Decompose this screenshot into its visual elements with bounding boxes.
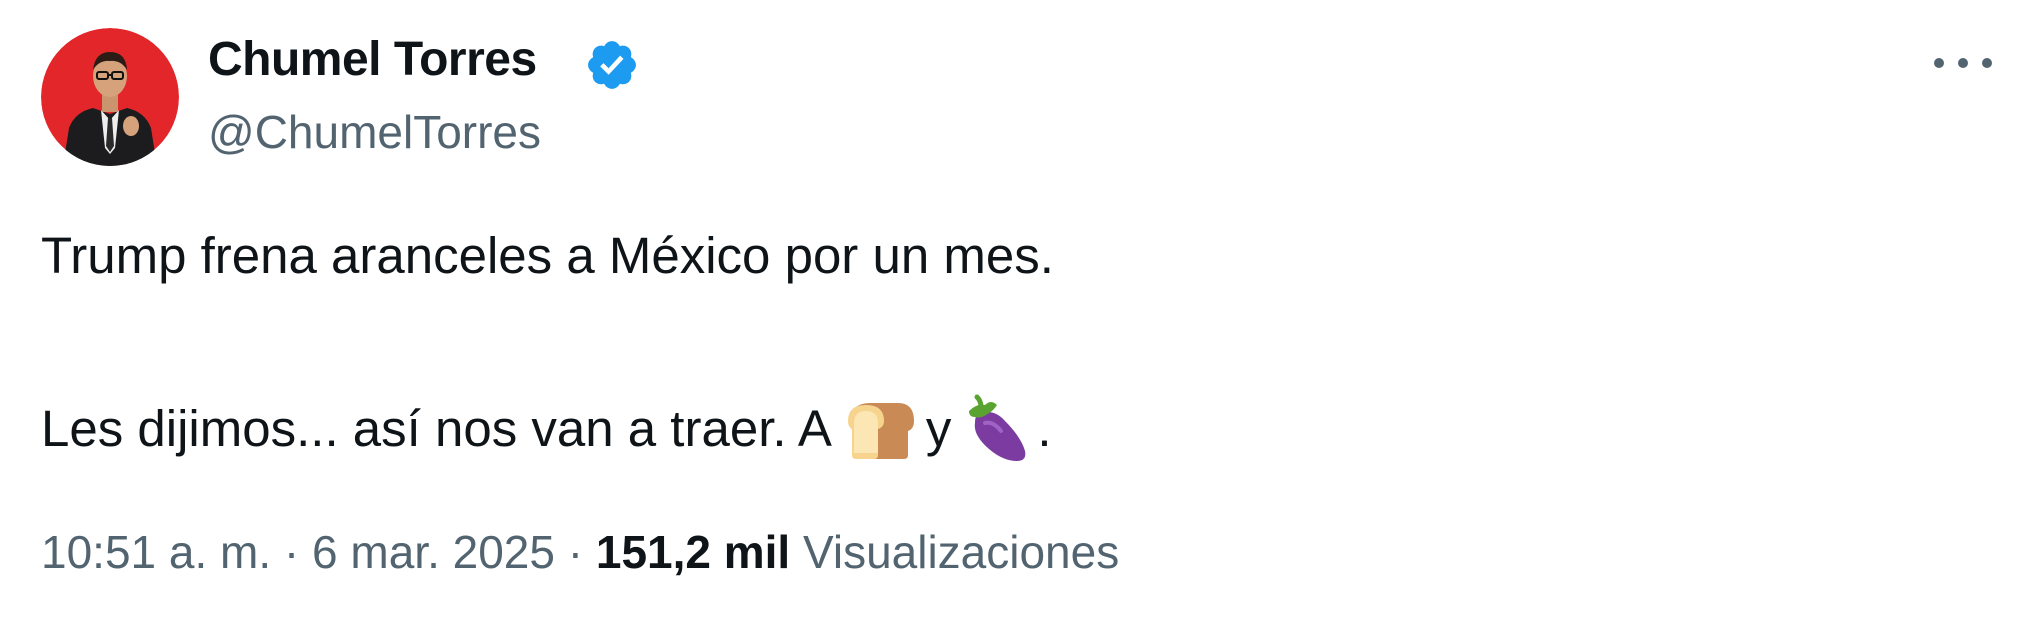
tweet-text-segment: Les dijimos... así nos van a traer. A: [41, 400, 832, 457]
tweet-text-line-1: Trump frena aranceles a México por un me…: [41, 227, 1054, 284]
views-label[interactable]: Visualizaciones: [803, 526, 1119, 578]
tweet-text-segment: y: [925, 400, 952, 457]
meta-separator: ·: [567, 526, 584, 578]
verified-badge-icon[interactable]: [584, 37, 640, 93]
meta-separator: ·: [283, 526, 300, 578]
more-options-button[interactable]: [1925, 40, 2001, 86]
tweet-meta: 10:51 a. m. · 6 mar. 2025 · 151,2 mil Vi…: [41, 524, 1119, 580]
views-count[interactable]: 151,2 mil: [596, 526, 790, 578]
tweet-date[interactable]: 6 mar. 2025: [312, 526, 555, 578]
avatar[interactable]: [41, 28, 179, 166]
avatar-photo-icon: [41, 28, 179, 166]
tweet-text-segment: .: [1037, 400, 1052, 457]
author-handle[interactable]: @ChumelTorres: [208, 104, 541, 160]
tweet-text-line-2: Les dijimos... así nos van a traer. A y …: [41, 393, 1052, 465]
tweet-time[interactable]: 10:51 a. m.: [41, 526, 271, 578]
author-name[interactable]: Chumel Torres: [208, 30, 537, 90]
eggplant-icon: [963, 393, 1033, 465]
tweet-card: Chumel Torres @ChumelTorres Trump frena …: [0, 0, 2031, 620]
more-dots-icon: [1934, 58, 1992, 68]
bread-icon: [844, 397, 918, 461]
